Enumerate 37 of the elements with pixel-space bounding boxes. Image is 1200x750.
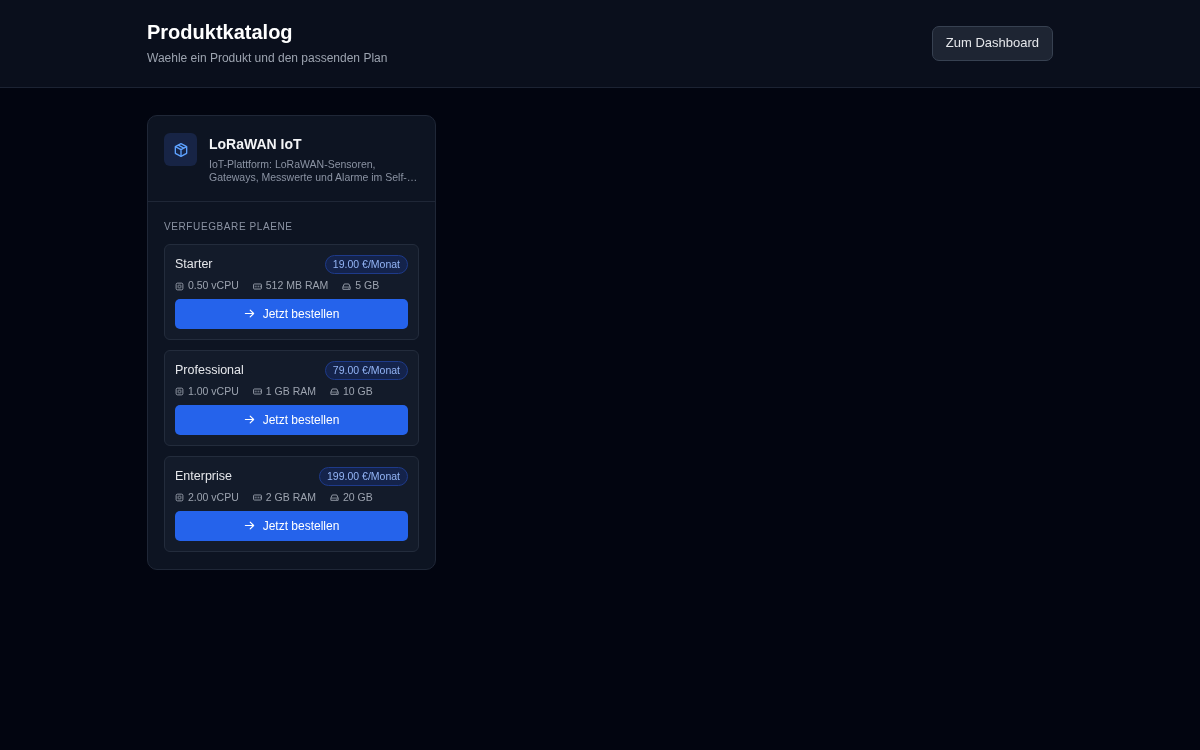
spec-text: 20 GB bbox=[342, 489, 373, 505]
order-button[interactable]: Jetzt bestellen bbox=[175, 404, 408, 435]
price-badge: 199.00 €/Monat bbox=[319, 466, 408, 486]
chip-icon bbox=[175, 281, 184, 291]
plans-heading: VERFUEGBARE PLAENE bbox=[164, 220, 294, 235]
plan-name: Starter bbox=[175, 256, 213, 274]
arrow-icon bbox=[243, 520, 255, 532]
spec-text: 5 GB bbox=[355, 278, 380, 294]
plan-name: Enterprise bbox=[175, 468, 232, 485]
product-description: IoT-Plattform: LoRaWAN-Sensoren, Gateways, Messwerte und Alarme im Self-… bbox=[209, 157, 419, 186]
arrow-icon bbox=[243, 414, 255, 426]
memory-icon bbox=[252, 281, 262, 291]
chip-icon bbox=[175, 493, 184, 503]
order-button[interactable]: Jetzt bestellen bbox=[175, 298, 408, 329]
spec-text: 2 GB RAM bbox=[265, 489, 316, 505]
spec-text: 512 MB RAM bbox=[265, 278, 329, 294]
page-title: Produktkatalog bbox=[147, 20, 294, 44]
drive-icon bbox=[342, 281, 352, 291]
drive-icon bbox=[329, 493, 339, 503]
drive-icon bbox=[329, 387, 339, 397]
page-subtitle: Waehle ein Produkt und den passenden Plan bbox=[147, 50, 388, 67]
dashboard-button[interactable]: Zum Dashboard bbox=[931, 26, 1053, 61]
chip-icon bbox=[175, 387, 184, 397]
arrow-icon bbox=[243, 308, 255, 320]
product-name: LoRaWAN IoT bbox=[209, 136, 303, 153]
order-button[interactable]: Jetzt bestellen bbox=[175, 510, 408, 541]
spec-text: 1 GB RAM bbox=[265, 384, 316, 400]
cube-icon bbox=[164, 133, 197, 166]
spec-text: 2.00 vCPU bbox=[188, 489, 239, 505]
price-badge: 19.00 €/Monat bbox=[324, 255, 408, 275]
spec-text: 1.00 vCPU bbox=[188, 384, 239, 400]
price-badge: 79.00 €/Monat bbox=[324, 360, 408, 381]
spec-text: 0.50 vCPU bbox=[188, 278, 239, 294]
spec-text: 10 GB bbox=[342, 384, 373, 400]
plan-name: Professional bbox=[175, 362, 244, 380]
memory-icon bbox=[252, 387, 262, 397]
memory-icon bbox=[252, 493, 262, 503]
